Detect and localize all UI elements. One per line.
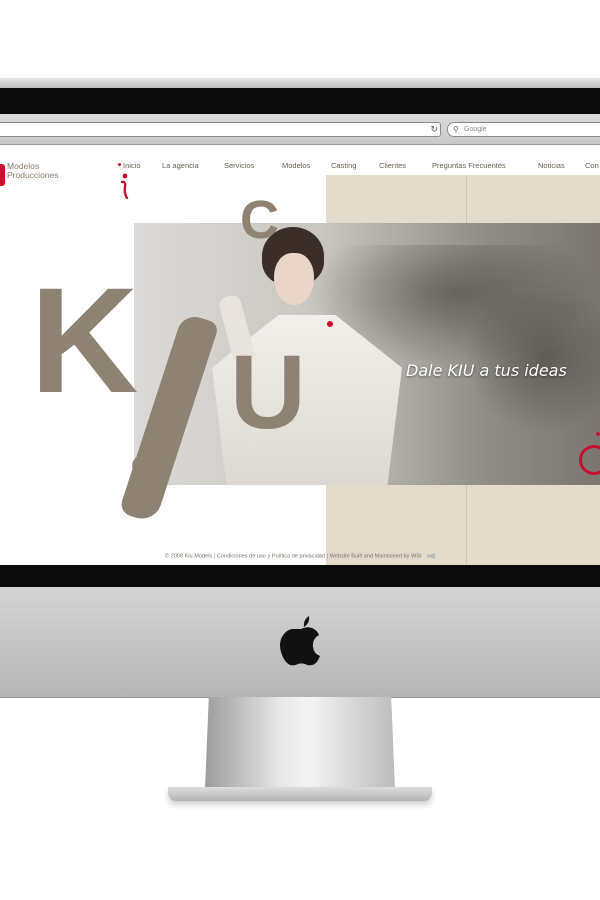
monitor-stand — [205, 697, 395, 789]
site-footer: © 2008 Kiu Models | Condiciones de uso y… — [0, 553, 600, 559]
nav-item-modelos[interactable]: Modelos — [282, 161, 310, 170]
logo-icon[interactable] — [0, 164, 5, 186]
hero-tagline: Dale KIU a tus ideas — [406, 361, 567, 380]
nav-item-la-agencia[interactable]: La agencia — [162, 161, 199, 170]
address-bar[interactable]: ↻ — [0, 122, 441, 137]
hero-letter-u: U — [230, 334, 306, 451]
nav-item-casting[interactable]: Casting — [331, 161, 356, 170]
nav-item-preguntas-frecuentes[interactable]: Preguntas Frecuentes — [432, 161, 506, 170]
nav-item-contacto[interactable]: Con — [585, 161, 599, 170]
monitor-bezel-bottom — [0, 565, 600, 587]
hero-letter-c: C — [240, 190, 279, 250]
site-logo[interactable]: Modelos Producciones — [7, 162, 59, 180]
registered-mark-icon — [327, 321, 333, 327]
website-viewport: Modelos Producciones Inicio La agencia S… — [0, 145, 600, 565]
monitor-bezel-top — [0, 88, 600, 186]
hero-letter-k: K — [30, 256, 139, 424]
sound-icon[interactable] — [427, 553, 436, 559]
search-input[interactable]: ⚲ Google — [447, 122, 600, 137]
nav-item-clientes[interactable]: Clientes — [379, 161, 406, 170]
brand-dot-icon — [596, 432, 600, 436]
background-shadows — [464, 283, 600, 433]
logo-line-2: Producciones — [7, 170, 59, 180]
model-photo-face — [274, 253, 314, 305]
apple-logo-icon — [280, 616, 320, 666]
nav-item-servicios[interactable]: Servicios — [224, 161, 254, 170]
nav-item-inicio[interactable]: Inicio — [118, 161, 141, 170]
nav-item-noticias[interactable]: Noticias — [538, 161, 565, 170]
reload-icon[interactable]: ↻ — [430, 123, 438, 136]
nav-i-logo-icon — [120, 173, 129, 199]
monitor-stand-base — [168, 787, 432, 801]
search-icon: ⚲ — [453, 125, 459, 134]
monitor-frame-top — [0, 78, 600, 88]
search-placeholder: Google — [464, 126, 487, 133]
footer-text[interactable]: © 2008 Kiu Models | Condiciones de uso y… — [165, 553, 422, 559]
browser-toolbar: ↻ ⚲ Google — [0, 114, 600, 145]
